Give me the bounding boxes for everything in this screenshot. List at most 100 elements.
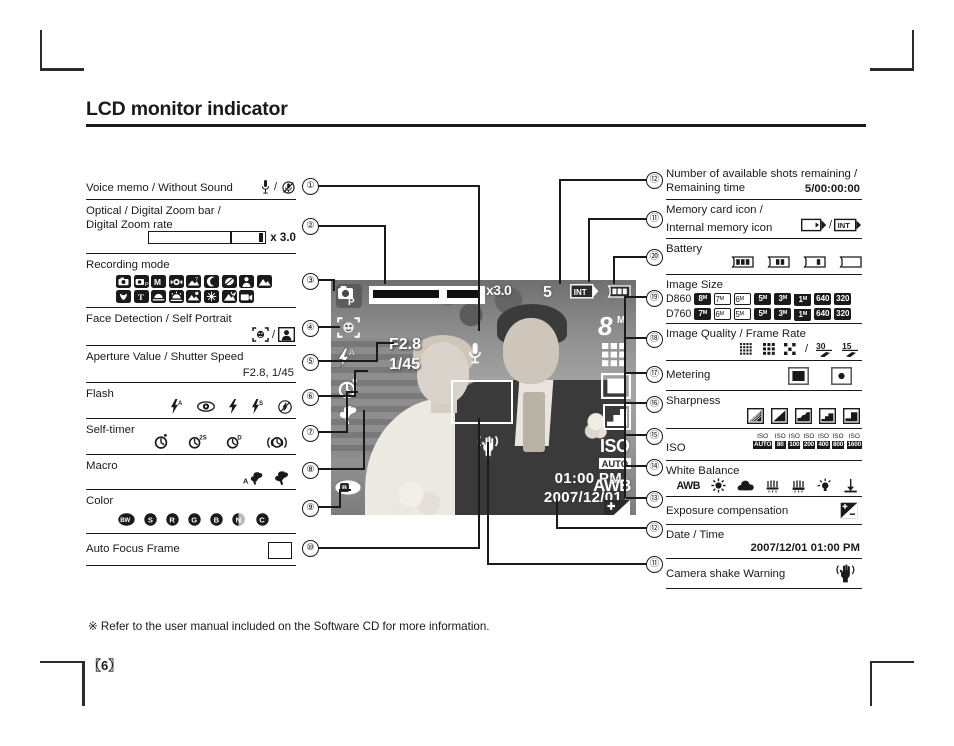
face-detection-icons: / [252,327,295,342]
leader-14-h [626,465,648,468]
internal-memory-icon: INT [834,218,862,232]
svg-text:INT: INT [574,288,587,297]
model-name-d860: D860 [666,293,692,305]
battery-two-thirds-icon [765,256,790,268]
callout-21: ⑪ [646,211,663,228]
leader-13-h [626,497,648,500]
wb-tungsten-icon [817,478,832,493]
row-image-size: Image Size D860 8ᴹ 7ᴹ 6ᴹ 5ᴹ 3ᴹ 1ᴹ 640 32… [666,275,862,324]
leader-1-h [317,185,480,187]
aperture-shutter-value: F2.8, 1/45 [242,367,294,379]
size-badge: 5ᴹ [754,293,772,305]
row-memory-icons: Memory card icon / Internal memory icon … [666,200,862,239]
title-underline [86,124,866,127]
page-title: LCD monitor indicator [86,98,288,120]
mode-movie-icon [239,290,255,303]
row-color: Color BW S R G B N C [86,490,296,534]
row-sharpness: Sharpness [666,391,862,429]
svg-text:A: A [348,347,355,358]
leader-5-h [317,360,378,363]
battery-icons [729,256,862,268]
wb-fluorescent-h-icon [765,479,780,493]
mode-landscape-icon [256,275,272,288]
callout-18: ⑱ [646,331,663,348]
metering-spot-icon [831,367,852,385]
memory-card-icon [801,218,827,232]
leader-17-h [626,372,648,375]
row-shake-warning: Camera shake Warning [666,559,862,589]
crop-mark-bottom-left [40,660,85,706]
macro-icon [273,470,290,485]
callout-3: ③ [302,273,319,290]
size-badge: 640 [814,308,832,320]
size-badge: 320 [834,293,852,305]
self-portrait-icon [278,327,295,342]
leader-1-v [478,185,480,331]
svg-text:P: P [145,282,149,288]
leader-20-v [613,256,615,284]
svg-text:?: ? [195,277,198,283]
leader-19-h [626,296,648,299]
row-battery: Battery [666,239,862,275]
metering-icons [788,367,852,385]
iso-badge: ISO 800 [832,433,845,449]
row-label: Aperture Value / Shutter Speed [86,351,244,363]
size-badge: 320 [834,308,852,320]
mode-auto-icon [116,275,131,288]
leader-10-h [317,547,480,549]
framerate-30fps-icon: 30 [816,341,834,357]
timer-10sec-icon [154,433,169,449]
battery-full-icon [729,256,754,268]
osd-shots-remaining: 5 [543,284,552,301]
callout-6: ⑥ [302,389,319,406]
row-label: Auto Focus Frame [86,543,180,555]
mode-portrait-icon [221,275,237,288]
svg-text:B: B [214,515,220,524]
slash-separator: / [273,181,277,193]
mode-closeup-icon [116,290,131,303]
shots-remaining-value: 5/00:00:00 [804,183,860,195]
size-badge: 3ᴹ [774,293,792,305]
svg-text:C: C [259,515,265,524]
row-iso: ISO ISO AUTO ISO 80 ISO 100 ISO 200 ISO 400 I… [666,429,862,461]
flash-off-icon [278,399,292,414]
af-frame-icon [268,542,292,559]
leader-16-h [626,402,648,405]
iso-badge: ISO AUTO [753,433,773,449]
color-icons: BW S R G B N C [118,513,269,526]
size-badge: 3ᴹ [774,308,792,320]
leader-15-h [626,434,648,437]
osd-zoom-rate: x3.0 [486,282,512,298]
timer-2sec-icon: 2S [188,433,207,449]
row-label: Image Size [666,279,723,291]
quality-super-fine-icon [739,342,755,356]
iso-badge: ISO 200 [802,433,815,449]
shake-warning-icon [835,564,856,583]
row-label-line1: Memory card icon / [666,204,763,216]
row-label-line2: Digital Zoom rate [86,219,173,231]
row-white-balance: White Balance AWB [666,461,862,497]
memory-icons: / INT [801,218,862,232]
sharpness-vivid-plus-icon [843,408,860,424]
osd-shutter-speed: 1/45 [389,356,421,373]
framerate-15fps-icon: 15 [842,341,860,357]
svg-text:R: R [169,515,175,524]
timer-double-icon: D [226,433,245,449]
metering-multi-icon [788,367,809,385]
row-shots-remaining: Number of available shots remaining / Re… [666,164,862,200]
leader-7-h [317,431,348,434]
callout-20: ⑳ [646,249,663,266]
callout-12: ⑫ [646,521,663,538]
color-blue-icon: B [210,513,223,526]
osd-mode-badge: P [336,284,362,308]
iso-badge: ISO 1600 [846,433,862,449]
row-face-detection: Face Detection / Self Portrait / [86,308,296,346]
iso-icons: ISO AUTO ISO 80 ISO 100 ISO 200 ISO 400 ISO 80… [753,433,862,449]
row-image-quality: Image Quality / Frame Rate / 30 15 [666,324,862,361]
color-bw-icon: BW [118,513,135,526]
size-badge: 6ᴹ [734,293,752,305]
svg-text:BW: BW [120,518,130,524]
flash-icons: A S [170,399,292,414]
quality-normal-icon [783,342,797,356]
svg-text:N: N [236,515,241,524]
